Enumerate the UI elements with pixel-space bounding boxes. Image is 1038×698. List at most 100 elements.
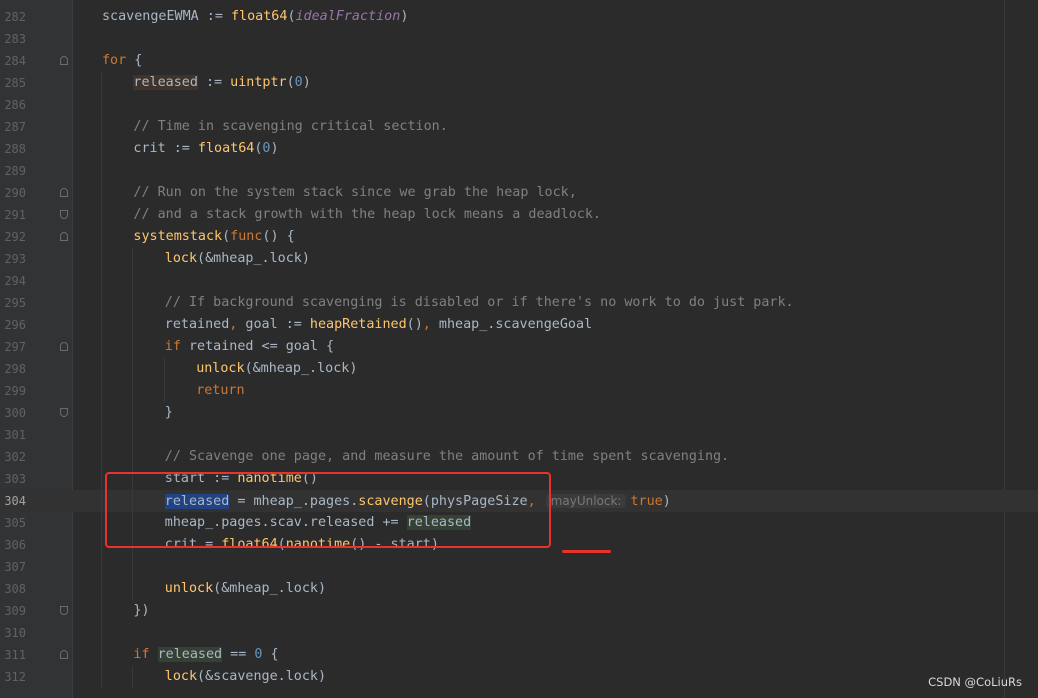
code-text[interactable]: unlock(&mheap_.lock) bbox=[165, 578, 326, 600]
indent-guide bbox=[101, 116, 102, 138]
code-token: float64 bbox=[231, 9, 288, 24]
code-line[interactable]: 309}) bbox=[0, 600, 1038, 622]
parameter-hint: mayUnlock: bbox=[545, 494, 627, 508]
code-line[interactable]: 308 unlock(&mheap_.lock) bbox=[0, 578, 1038, 600]
code-line[interactable]: 297 if retained <= goal { bbox=[0, 336, 1038, 358]
indent-guide bbox=[101, 512, 102, 534]
code-line[interactable]: 306 crit = float64(nanotime() - start) bbox=[0, 534, 1038, 556]
fold-end-icon[interactable] bbox=[60, 606, 68, 615]
code-token: () - start) bbox=[350, 537, 439, 552]
code-line[interactable]: 298 unlock(&mheap_.lock) bbox=[0, 358, 1038, 380]
code-text[interactable]: released := uintptr(0) bbox=[133, 72, 311, 94]
code-line[interactable]: 293 lock(&mheap_.lock) bbox=[0, 248, 1038, 270]
code-line[interactable]: 282 scavengeEWMA := float64(idealFraction… bbox=[0, 6, 1038, 28]
line-number: 296 bbox=[4, 318, 26, 332]
code-text[interactable]: // Scavenge one page, and measure the am… bbox=[165, 446, 729, 468]
code-text[interactable]: scavengeEWMA := float64(idealFraction) bbox=[102, 6, 408, 28]
line-number: 297 bbox=[4, 340, 26, 354]
code-text[interactable]: } bbox=[165, 402, 173, 424]
code-token: goal := bbox=[237, 317, 310, 332]
code-text[interactable]: // Time in scavenging critical section. bbox=[133, 116, 447, 138]
indent-guide bbox=[101, 402, 102, 424]
code-line[interactable]: 285 released := uintptr(0) bbox=[0, 72, 1038, 94]
code-token: { bbox=[262, 647, 279, 662]
code-token: () { bbox=[262, 229, 295, 244]
code-editor[interactable]: 282 scavengeEWMA := float64(idealFraction… bbox=[0, 0, 1038, 698]
code-line[interactable]: 286 bbox=[0, 94, 1038, 116]
indent-guide bbox=[101, 160, 102, 182]
code-text[interactable]: unlock(&mheap_.lock) bbox=[196, 358, 357, 380]
code-text[interactable]: lock(&mheap_.lock) bbox=[165, 248, 310, 270]
code-line[interactable]: 291 // and a stack growth with the heap l… bbox=[0, 204, 1038, 226]
fold-start-icon[interactable] bbox=[60, 650, 68, 659]
code-line[interactable]: 289 bbox=[0, 160, 1038, 182]
horizontal-scrollbar[interactable] bbox=[73, 692, 1004, 698]
code-line[interactable]: 305 mheap_.pages.scav.released += release… bbox=[0, 512, 1038, 534]
code-text[interactable]: for { bbox=[102, 50, 142, 72]
code-text[interactable]: released = mheap_.pages.scavenge(physPag… bbox=[164, 490, 671, 513]
code-text[interactable]: lock(&scavenge.lock) bbox=[165, 666, 326, 688]
line-number: 305 bbox=[4, 516, 26, 530]
line-number: 306 bbox=[4, 538, 26, 552]
code-token: if bbox=[164, 339, 181, 354]
code-token: return bbox=[196, 383, 245, 398]
code-line[interactable]: 295 // If background scavenging is disabl… bbox=[0, 292, 1038, 314]
code-line[interactable]: 304 released = mheap_.pages.scavenge(phys… bbox=[0, 490, 1038, 512]
indent-guide bbox=[101, 380, 102, 402]
code-text[interactable]: if released == 0 { bbox=[133, 644, 279, 666]
code-token: (&mheap_.lock) bbox=[244, 361, 358, 376]
indent-guide bbox=[132, 578, 134, 600]
code-line[interactable]: 303 start := nanotime() bbox=[0, 468, 1038, 490]
code-token: unlock bbox=[164, 581, 214, 596]
code-line[interactable]: 310 bbox=[0, 622, 1038, 644]
fold-start-icon[interactable] bbox=[60, 342, 68, 351]
fold-start-icon[interactable] bbox=[60, 188, 68, 197]
code-line[interactable]: 292 systemstack(func() { bbox=[0, 226, 1038, 248]
code-line[interactable]: 294 bbox=[0, 270, 1038, 292]
fold-end-icon[interactable] bbox=[60, 210, 68, 219]
code-text[interactable]: }) bbox=[133, 600, 149, 622]
code-text[interactable]: // and a stack growth with the heap lock… bbox=[133, 204, 601, 226]
code-text[interactable]: systemstack(func() { bbox=[133, 226, 294, 248]
code-text[interactable]: return bbox=[196, 380, 244, 402]
fold-end-icon[interactable] bbox=[60, 408, 68, 417]
line-number: 291 bbox=[4, 208, 26, 222]
indent-guide bbox=[101, 226, 102, 248]
code-line[interactable]: 288 crit := float64(0) bbox=[0, 138, 1038, 160]
code-token: true bbox=[630, 494, 663, 509]
code-text[interactable]: // If background scavenging is disabled … bbox=[165, 292, 794, 314]
code-line[interactable]: 296 retained, goal := heapRetained(), mhe… bbox=[0, 314, 1038, 336]
code-line[interactable]: 301 bbox=[0, 424, 1038, 446]
fold-start-icon[interactable] bbox=[60, 56, 68, 65]
line-number: 299 bbox=[4, 384, 26, 398]
code-line[interactable]: 300} bbox=[0, 402, 1038, 424]
code-line[interactable]: 311 if released == 0 { bbox=[0, 644, 1038, 666]
code-token: } bbox=[164, 405, 173, 420]
code-token: , bbox=[422, 317, 431, 332]
line-number: 312 bbox=[4, 670, 26, 684]
code-text[interactable]: retained, goal := heapRetained(), mheap_… bbox=[165, 314, 592, 336]
code-text[interactable]: start := nanotime() bbox=[165, 468, 318, 490]
code-line[interactable]: 302 // Scavenge one page, and measure the… bbox=[0, 446, 1038, 468]
indent-guide bbox=[101, 248, 102, 270]
code-text[interactable]: if retained <= goal { bbox=[165, 336, 334, 358]
fold-start-icon[interactable] bbox=[60, 232, 68, 241]
watermark: CSDN @CoLiuRs bbox=[928, 675, 1022, 689]
code-line[interactable]: 299 return bbox=[0, 380, 1038, 402]
code-line[interactable]: 307 bbox=[0, 556, 1038, 578]
code-line[interactable]: 290 // Run on the system stack since we g… bbox=[0, 182, 1038, 204]
code-line[interactable]: 312 lock(&scavenge.lock) bbox=[0, 666, 1038, 688]
line-number: 302 bbox=[4, 450, 26, 464]
line-number: 292 bbox=[4, 230, 26, 244]
code-line[interactable]: 283 bbox=[0, 28, 1038, 50]
indent-guide bbox=[101, 358, 102, 380]
code-token: () bbox=[301, 471, 318, 486]
code-text[interactable]: crit := float64(0) bbox=[133, 138, 278, 160]
code-token: nanotime bbox=[285, 537, 351, 552]
code-line[interactable]: 284 for { bbox=[0, 50, 1038, 72]
code-text[interactable]: // Run on the system stack since we grab… bbox=[133, 182, 576, 204]
code-line[interactable]: 287 // Time in scavenging critical sectio… bbox=[0, 116, 1038, 138]
code-text[interactable]: mheap_.pages.scav.released += released bbox=[165, 512, 472, 534]
line-number: 303 bbox=[4, 472, 26, 486]
code-text[interactable]: crit = float64(nanotime() - start) bbox=[165, 534, 439, 556]
